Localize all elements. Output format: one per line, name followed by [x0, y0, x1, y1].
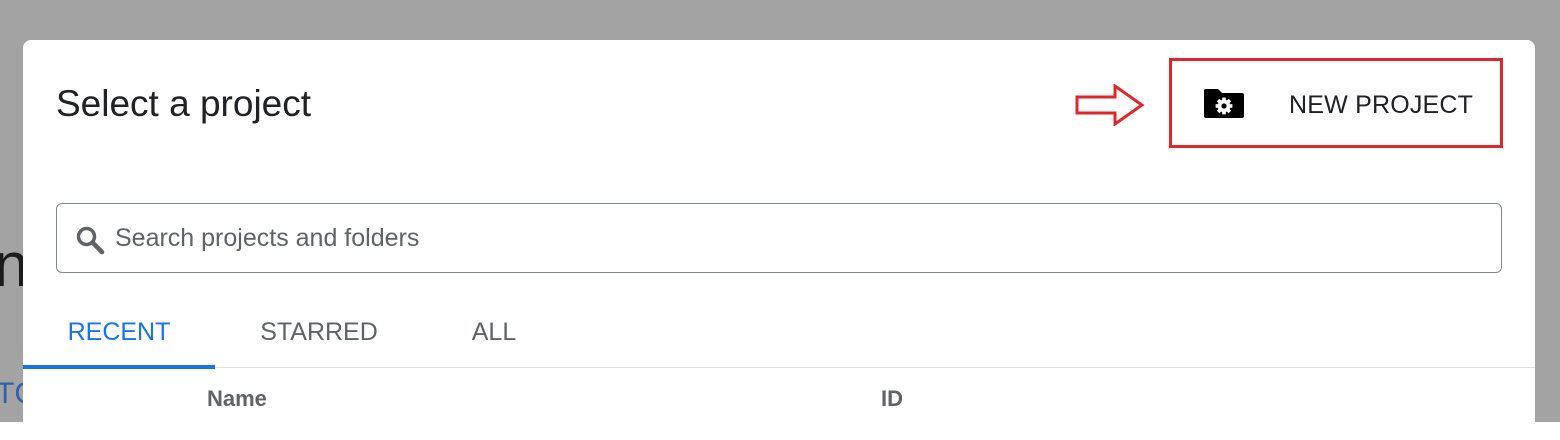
tab-starred-label: STARRED: [260, 318, 378, 346]
tab-all[interactable]: ALL: [413, 302, 575, 368]
active-tab-indicator: [23, 365, 215, 369]
search-box[interactable]: [56, 203, 1502, 273]
tab-recent-label: RECENT: [67, 318, 171, 346]
folder-gear-icon: [1204, 89, 1244, 118]
tab-all-label: ALL: [471, 318, 517, 346]
search-icon: [76, 226, 105, 255]
column-header-id[interactable]: ID: [881, 386, 903, 412]
tab-starred[interactable]: STARRED: [223, 302, 415, 368]
project-tabs: RECENT STARRED ALL: [23, 302, 1535, 369]
new-project-label: NEW PROJECT: [1289, 91, 1474, 119]
dialog-title: Select a project: [56, 83, 312, 124]
arrow-right-icon: [1075, 84, 1145, 126]
column-header-name[interactable]: Name: [207, 386, 267, 412]
search-input[interactable]: [115, 216, 1475, 260]
tab-recent[interactable]: RECENT: [23, 302, 215, 369]
new-project-button[interactable]: NEW PROJECT: [1185, 70, 1485, 136]
select-project-dialog: Select a project NEW PROJECT RECENT: [23, 40, 1535, 440]
